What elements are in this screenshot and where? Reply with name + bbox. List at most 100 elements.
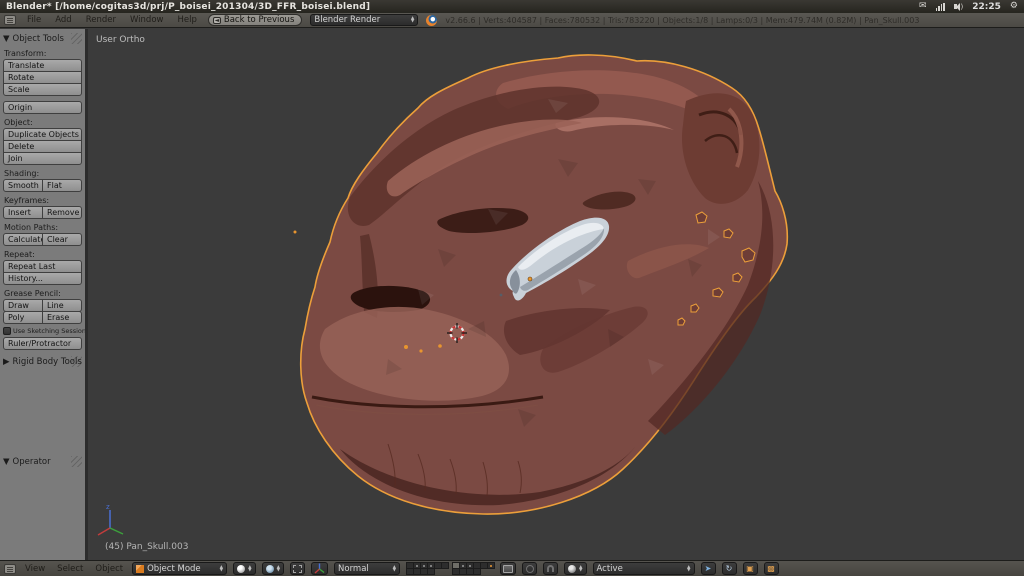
back-icon: ◄ <box>213 17 221 24</box>
volume-icon[interactable]: ) <box>954 3 964 11</box>
editor-type-icon[interactable] <box>4 15 16 25</box>
manipulate-center-button[interactable]: ➤ <box>701 562 716 575</box>
blender-window: Blender* [/home/cogitas3d/prj/P_boisei_2… <box>0 0 1024 576</box>
opengl-render-anim-button[interactable]: ▩ <box>764 562 779 575</box>
pointer-icon: ➤ <box>705 565 712 573</box>
join-button[interactable]: Join <box>3 152 82 165</box>
panel-operator[interactable]: ▼ Operator <box>3 455 82 468</box>
insert-keyframe-button[interactable]: Insert <box>3 206 43 219</box>
scene-lock-icon <box>503 565 513 573</box>
flat-button[interactable]: Flat <box>42 179 82 192</box>
opengl-render-button[interactable]: ▣ <box>743 562 758 575</box>
snap-magnet-icon <box>547 565 554 572</box>
menu-select[interactable]: Select <box>54 564 86 574</box>
snap-toggle[interactable] <box>543 562 558 575</box>
transform-label: Transform: <box>4 49 81 58</box>
menu-window[interactable]: Window <box>127 15 167 25</box>
repeat-label: Repeat: <box>4 250 81 259</box>
gear-icon[interactable]: ⚙ <box>1010 2 1018 11</box>
grease-pencil-label: Grease Pencil: <box>4 289 81 298</box>
menu-add[interactable]: Add <box>52 15 74 25</box>
collapsed-triangle-icon: ▶ <box>3 357 10 367</box>
spinner-arrows-icon: ▲▼ <box>579 566 582 572</box>
spinner-arrows-icon: ▲▼ <box>687 566 690 572</box>
spinner-arrows-icon: ▲▼ <box>220 566 223 572</box>
remove-keyframe-button[interactable]: Remove <box>42 206 82 219</box>
active-object-label: (45) Pan_Skull.003 <box>105 542 188 552</box>
clock[interactable]: 22:25 <box>972 2 1001 12</box>
viewport-3d[interactable]: User Ortho z (45) Pan_Skull.003 <box>88 29 1024 560</box>
layer-cell[interactable] <box>487 562 495 569</box>
menu-object[interactable]: Object <box>92 564 126 574</box>
orientation-select[interactable]: Normal ▲▼ <box>334 562 400 575</box>
sketching-sessions-label: Use Sketching Sessions <box>13 327 88 335</box>
menu-help[interactable]: Help <box>174 15 199 25</box>
mode-select[interactable]: Object Mode ▲▼ <box>132 562 227 575</box>
manipulator-toggle[interactable] <box>290 562 305 575</box>
ruler-protractor-button[interactable]: Ruler/Protractor <box>3 337 82 350</box>
render-preview-select[interactable]: ▲▼ <box>564 562 586 575</box>
skull-model[interactable] <box>301 55 788 514</box>
scale-button[interactable]: Scale <box>3 83 82 96</box>
blender-logo-icon <box>426 15 437 26</box>
window-title: Blender* [/home/cogitas3d/prj/P_boisei_2… <box>6 2 919 12</box>
sketching-sessions-checkbox[interactable] <box>3 327 11 335</box>
render-sphere-icon <box>568 565 576 573</box>
network-signal-icon[interactable] <box>936 3 945 11</box>
spinner-arrows-icon: ▲▼ <box>248 566 251 572</box>
mail-icon[interactable]: ✉ <box>919 2 927 11</box>
panel-rigid-body-tools[interactable]: ▶ Rigid Body Tools <box>3 355 82 368</box>
layer-cell[interactable] <box>473 568 481 575</box>
active-select[interactable]: Active ▲▼ <box>593 562 695 575</box>
opengl-render-icon: ▣ <box>746 565 754 573</box>
axes-icon <box>314 563 325 574</box>
system-tray: ✉ ) 22:25 ⚙ <box>919 2 1018 12</box>
layer-group <box>406 563 448 575</box>
render-engine-select[interactable]: Blender Render ▲▼ <box>310 14 418 26</box>
motion-paths-label: Motion Paths: <box>4 223 81 232</box>
calculate-button[interactable]: Calculate <box>3 233 43 246</box>
editor-type-icon[interactable] <box>4 564 16 574</box>
tool-shelf: ▼ Object Tools Transform: Translate Rota… <box>0 29 88 560</box>
pivot-point-select[interactable]: ▲▼ <box>262 562 284 575</box>
spinner-arrows-icon: ▲▼ <box>277 566 280 572</box>
object-label: Object: <box>4 118 81 127</box>
translate-manipulator[interactable] <box>311 562 328 575</box>
panel-object-tools[interactable]: ▼ Object Tools <box>3 32 82 45</box>
panel-grip-icon <box>71 356 82 367</box>
proportional-edit-icon <box>526 565 534 573</box>
pivot-icon <box>266 565 274 573</box>
smooth-button[interactable]: Smooth <box>3 179 43 192</box>
shading-label: Shading: <box>4 169 81 178</box>
viewport-shading-select[interactable]: ▲▼ <box>233 562 255 575</box>
shading-sphere-icon <box>237 565 245 573</box>
scene-statistics: v2.66.6 | Verts:404587 | Faces:780532 | … <box>445 16 919 25</box>
axis-gizmo-icon: z <box>94 502 134 542</box>
history-button[interactable]: History... <box>3 272 82 285</box>
back-to-previous-button[interactable]: ◄ Back to Previous <box>208 14 303 26</box>
titlebar: Blender* [/home/cogitas3d/prj/P_boisei_2… <box>0 0 1024 13</box>
origin-button[interactable]: Origin <box>3 101 82 114</box>
menu-render[interactable]: Render <box>83 15 119 25</box>
clear-button[interactable]: Clear <box>42 233 82 246</box>
layer-cell[interactable] <box>427 568 435 575</box>
object-mode-cube-icon <box>136 565 144 573</box>
menu-view[interactable]: View <box>22 564 48 574</box>
sync-button[interactable]: ↻ <box>722 562 737 575</box>
lock-to-scene-toggle[interactable] <box>500 562 516 575</box>
view-name-label: User Ortho <box>96 35 145 45</box>
proportional-edit-toggle[interactable] <box>522 562 537 575</box>
scene-canvas <box>88 29 1024 561</box>
gp-poly-button[interactable]: Poly <box>3 311 43 324</box>
keyframes-label: Keyframes: <box>4 196 81 205</box>
sync-icon: ↻ <box>726 565 733 573</box>
menu-file[interactable]: File <box>24 15 44 25</box>
layers-widget <box>406 563 494 575</box>
layer-cell[interactable] <box>441 562 449 569</box>
gp-erase-button[interactable]: Erase <box>42 311 82 324</box>
collapse-triangle-icon: ▼ <box>3 457 10 467</box>
collapse-triangle-icon: ▼ <box>3 34 10 44</box>
info-header: File Add Render Window Help ◄ Back to Pr… <box>0 13 1024 28</box>
spinner-arrows-icon: ▲▼ <box>411 17 414 23</box>
panel-grip-icon <box>71 33 82 44</box>
